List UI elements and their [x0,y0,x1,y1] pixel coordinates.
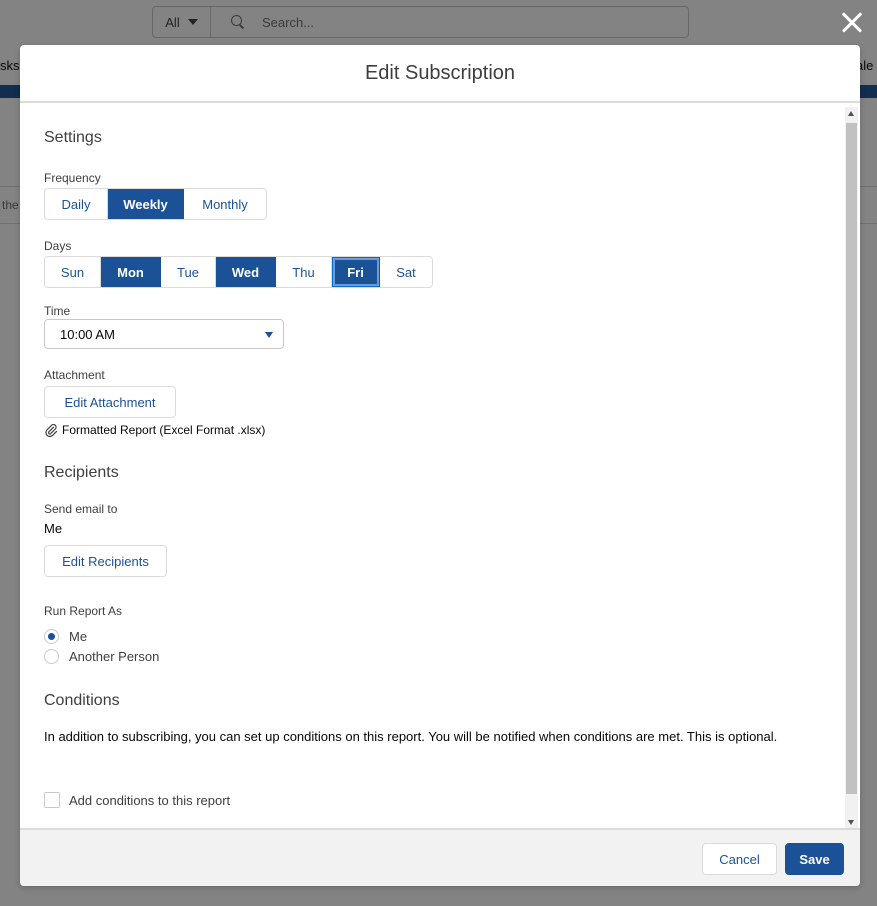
caret-down-icon [265,332,273,338]
day-fri-button[interactable]: Fri [332,257,380,287]
scroll-up-arrow-icon[interactable] [848,111,854,116]
send-email-value: Me [44,521,63,536]
recipients-section-title: Recipients [44,464,119,481]
modal-scrollbar[interactable] [845,107,858,828]
add-conditions-checkbox-row[interactable]: Add conditions to this report [44,792,230,808]
frequency-weekly-button[interactable]: Weekly [108,189,184,219]
day-mon-button[interactable]: Mon [101,257,161,287]
run-as-another-person-label: Another Person [69,649,160,664]
day-thu-button[interactable]: Thu [276,257,332,287]
run-as-me-radio[interactable]: Me [44,629,87,644]
conditions-section-title: Conditions [44,692,120,709]
scroll-down-arrow-icon[interactable] [848,820,854,825]
scrollbar-thumb[interactable] [846,123,857,794]
frequency-daily-button[interactable]: Daily [45,189,108,219]
frequency-label: Frequency [44,171,101,185]
time-label: Time [44,304,71,318]
paperclip-icon [44,423,58,438]
day-wed-button[interactable]: Wed [216,257,276,287]
run-as-me-label: Me [69,629,88,644]
cancel-button[interactable]: Cancel [702,843,777,875]
conditions-description: In addition to subscribing, you can set … [44,729,778,744]
days-label: Days [44,239,72,253]
attachment-label: Attachment [44,368,105,382]
settings-section-title: Settings [44,129,102,146]
add-conditions-label: Add conditions to this report [69,792,231,808]
time-select-value: 10:00 AM [60,326,115,342]
save-button[interactable]: Save [785,843,844,875]
radio-button-checked[interactable] [44,629,59,644]
radio-button[interactable] [44,649,59,664]
day-sun-button[interactable]: Sun [45,257,101,287]
day-sat-button[interactable]: Sat [380,257,432,287]
modal-body[interactable]: Settings Frequency Daily Weekly Monthly … [20,103,860,828]
attachment-file-row: Formatted Report (Excel Format .xlsx) [44,423,266,438]
send-email-label: Send email to [44,502,118,516]
attachment-file-name: Formatted Report (Excel Format .xlsx) [62,423,266,437]
modal-title: Edit Subscription [364,61,516,84]
modal-header: Edit Subscription [20,45,860,103]
run-as-another-person-radio[interactable]: Another Person [44,649,159,664]
edit-recipients-button[interactable]: Edit Recipients [44,545,167,577]
frequency-monthly-button[interactable]: Monthly [184,189,266,219]
edit-subscription-modal: Edit Subscription Settings Frequency Dai… [20,45,860,886]
days-button-group: Sun Mon Tue Wed Thu Fri Sat [44,256,433,288]
day-tue-button[interactable]: Tue [161,257,216,287]
frequency-button-group: Daily Weekly Monthly [44,188,267,220]
close-icon[interactable] [838,8,866,36]
modal-footer: Cancel Save [20,828,860,886]
edit-attachment-button[interactable]: Edit Attachment [44,386,176,418]
time-select[interactable]: 10:00 AM [44,319,284,349]
add-conditions-checkbox[interactable] [44,792,60,808]
run-report-as-label: Run Report As [44,604,123,618]
